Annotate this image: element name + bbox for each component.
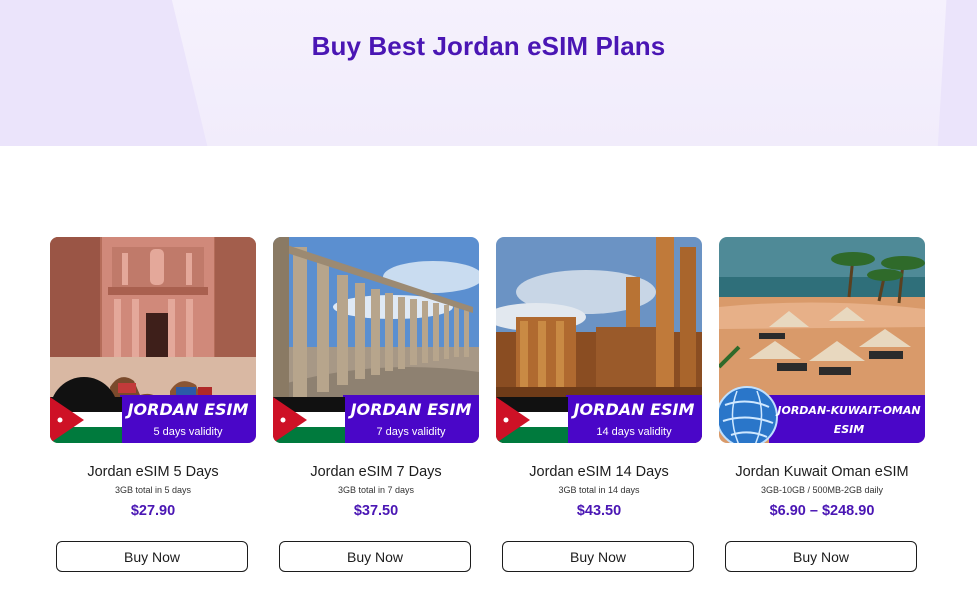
banner-subtitle: 5 days validity [153, 426, 223, 438]
product-title[interactable]: Jordan eSIM 7 Days [273, 464, 479, 482]
banner-title: JORDAN ESIM [125, 400, 249, 419]
product-card-jordan-kuwait-oman: JORDAN-KUWAIT-OMAN ESIM Jordan Kuwait Om… [719, 237, 925, 572]
hero-decor-left [0, 0, 211, 146]
product-title[interactable]: Jordan Kuwait Oman eSIM [719, 464, 925, 482]
product-data-allowance: 3GB total in 5 days [114, 485, 192, 495]
product-data-allowance: 3GB total in 14 days [558, 485, 640, 495]
product-image-jerash-ruins[interactable]: JORDAN ESIM 14 days validity [496, 237, 702, 443]
product-price: $37.50 [353, 503, 399, 519]
buy-now-button[interactable]: Buy Now [56, 541, 248, 572]
buy-now-button[interactable]: Buy Now [279, 541, 471, 572]
buy-now-button[interactable]: Buy Now [502, 541, 694, 572]
product-title[interactable]: Jordan eSIM 5 Days [50, 464, 256, 482]
product-image-jerash-colonnade[interactable]: JORDAN ESIM 7 days validity [273, 237, 479, 443]
product-card-jordan-14-days: JORDAN ESIM 14 days validity Jordan eSIM… [496, 237, 702, 572]
product-data-allowance: 3GB-10GB / 500MB-2GB daily [760, 485, 884, 495]
product-card-jordan-5-days: JORDAN ESIM 5 days validity Jordan eSIM … [50, 237, 256, 572]
product-price: $43.50 [576, 503, 622, 519]
product-image-beach-palms[interactable]: JORDAN-KUWAIT-OMAN ESIM [719, 237, 925, 443]
product-card-jordan-7-days: JORDAN ESIM 7 days validity Jordan eSIM … [273, 237, 479, 572]
product-price: $6.90 – $248.90 [769, 503, 875, 519]
banner-title: JORDAN-KUWAIT-OMAN [775, 404, 920, 417]
hero-banner: Buy Best Jordan eSIM Plans [0, 0, 977, 146]
hero-decor-right [937, 0, 977, 146]
product-image-petra-treasury[interactable]: JORDAN ESIM 5 days validity [50, 237, 256, 443]
product-title[interactable]: Jordan eSIM 14 Days [496, 464, 702, 482]
banner-subtitle: ESIM [834, 423, 865, 436]
product-data-allowance: 3GB total in 7 days [337, 485, 415, 495]
banner-subtitle: 14 days validity [596, 426, 672, 438]
buy-now-button[interactable]: Buy Now [725, 541, 917, 572]
banner-title: JORDAN ESIM [348, 400, 472, 419]
banner-subtitle: 7 days validity [376, 426, 446, 438]
product-grid: JORDAN ESIM 5 days validity Jordan eSIM … [0, 237, 977, 591]
page-title: Buy Best Jordan eSIM Plans [311, 31, 666, 61]
banner-title: JORDAN ESIM [571, 400, 695, 419]
product-price: $27.90 [130, 503, 176, 519]
